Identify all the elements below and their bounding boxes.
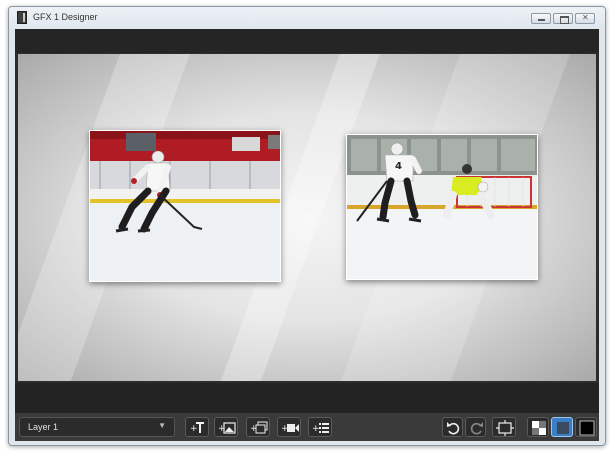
designer-client-area: 4 Layer 1 ▼ + + + + + (15, 29, 599, 441)
layer-select-value: Layer 1 (28, 422, 59, 432)
minimize-button[interactable] (531, 13, 551, 24)
close-button[interactable] (575, 13, 595, 24)
title-bar[interactable]: GFX 1 Designer (9, 7, 605, 29)
app-icon (17, 11, 27, 24)
black-square-icon (579, 420, 595, 436)
checkerboard-icon (532, 421, 546, 435)
add-text-button[interactable]: + (185, 417, 209, 437)
add-video-icon: + (281, 424, 299, 434)
hockey-photo-left[interactable] (89, 130, 281, 282)
safe-area-button[interactable] (492, 417, 516, 437)
add-gallery-icon: + (250, 421, 268, 434)
svg-text:+: + (190, 424, 198, 434)
top-bar (15, 29, 599, 53)
design-canvas[interactable]: 4 (18, 54, 596, 381)
window-title: GFX 1 Designer (33, 12, 98, 22)
status-band (15, 383, 599, 413)
add-image-icon: + (218, 422, 236, 434)
layer-select[interactable]: Layer 1 ▼ (19, 417, 175, 437)
bottom-toolbar: Layer 1 ▼ + + + + + (15, 413, 599, 441)
hockey-skater-image (90, 131, 280, 281)
undo-button[interactable] (442, 417, 463, 437)
hockey-goalie-image: 4 (347, 135, 537, 279)
background-checkerboard-button[interactable] (527, 417, 549, 437)
add-list-button[interactable]: + (308, 417, 332, 437)
app-window: GFX 1 Designer ✕ 4 Layer 1 ▼ + + + + + (8, 6, 606, 446)
background-blue-button[interactable] (551, 417, 573, 437)
redo-button[interactable] (465, 417, 486, 437)
hockey-photo-right[interactable]: 4 (346, 134, 538, 280)
add-list-icon: + (312, 423, 329, 434)
chevron-down-icon: ▼ (158, 421, 166, 430)
background-black-button[interactable] (575, 417, 597, 437)
maximize-button[interactable] (553, 13, 573, 24)
add-video-button[interactable]: + (277, 417, 301, 437)
redo-icon (470, 422, 483, 435)
undo-icon (447, 422, 460, 435)
safe-area-icon (496, 420, 514, 436)
svg-text:4: 4 (395, 161, 402, 172)
add-text-icon: + (190, 422, 204, 434)
add-image-button[interactable]: + (214, 417, 238, 437)
blue-square-icon (557, 422, 569, 434)
svg-text:+: + (312, 424, 320, 434)
add-gallery-button[interactable]: + (246, 417, 270, 437)
